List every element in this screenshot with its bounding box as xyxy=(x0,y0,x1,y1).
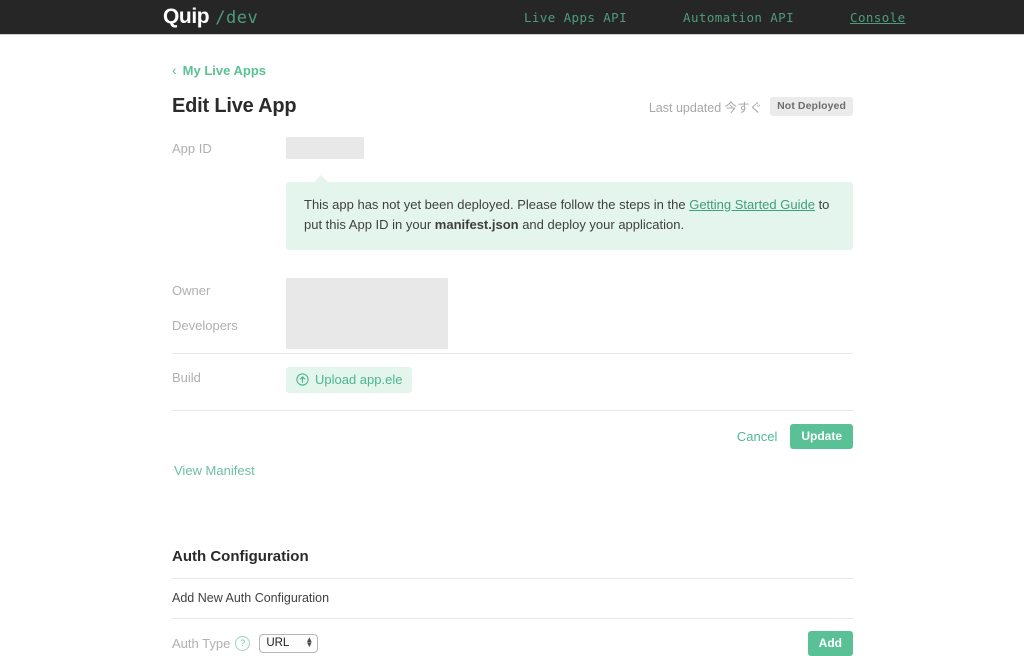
cancel-button[interactable]: Cancel xyxy=(735,425,779,448)
form-row-developers: Developers xyxy=(172,311,853,347)
upload-circle-arrow-icon xyxy=(296,373,309,386)
brand-name: Quip xyxy=(163,5,210,28)
auth-subsection-title: Add New Auth Configuration xyxy=(172,590,330,605)
add-auth-configuration-button[interactable]: Add xyxy=(807,630,853,656)
callout-text-before: This app has not yet been deployed. Plea… xyxy=(304,196,690,212)
callout-arrow-icon xyxy=(313,174,329,183)
content-column: ‹ My Live Apps Edit Live App Last update… xyxy=(172,35,853,656)
chevron-left-icon: ‹ xyxy=(172,61,177,78)
nav-link-console[interactable]: Console xyxy=(850,10,905,25)
top-navigation-bar: Quip /dev Live Apps API Automation API C… xyxy=(0,0,1024,35)
breadcrumb-label: My Live Apps xyxy=(182,63,266,78)
page-container: ‹ My Live Apps Edit Live App Last update… xyxy=(0,35,1024,656)
callout-manifest-term: manifest.json xyxy=(434,216,519,232)
build-label: Build xyxy=(172,370,201,386)
divider-after-build xyxy=(172,409,853,411)
callout-text-end: and deploy your application. xyxy=(518,216,685,232)
auth-type-row: Auth Type ? URL ▲ ▼ Add xyxy=(172,619,853,656)
last-updated-text: Last updated 今すぐ xyxy=(648,100,763,115)
deployment-callout: This app has not yet been deployed. Plea… xyxy=(286,174,853,250)
getting-started-guide-link[interactable]: Getting Started Guide xyxy=(689,197,815,212)
help-question-icon[interactable]: ? xyxy=(235,635,251,651)
auth-type-select[interactable]: URL ▲ ▼ xyxy=(259,633,319,653)
update-button[interactable]: Update xyxy=(790,423,853,449)
primary-nav: Live Apps API Automation API Console xyxy=(524,10,906,25)
owner-label: Owner xyxy=(172,282,211,298)
app-id-field xyxy=(286,132,853,159)
upload-app-ele-button[interactable]: Upload app.ele xyxy=(286,366,413,393)
brand-logo[interactable]: Quip /dev xyxy=(163,5,258,29)
owner-developers-group: Owner Developers xyxy=(172,276,853,349)
upload-button-label: Upload app.ele xyxy=(315,371,403,387)
form-row-build: Build Upload app.ele xyxy=(172,354,853,402)
form-row-owner: Owner xyxy=(172,276,853,311)
status-badge: Not Deployed xyxy=(770,96,853,116)
chevron-updown-icon: ▲ ▼ xyxy=(305,635,314,650)
nav-link-automation-api[interactable]: Automation API xyxy=(683,10,794,25)
page-title: Edit Live App xyxy=(172,94,297,117)
form-actions: Cancel Update xyxy=(172,423,853,449)
auth-type-label: Auth Type xyxy=(172,635,231,651)
app-id-placeholder xyxy=(286,136,364,159)
owner-developers-placeholder xyxy=(286,277,448,349)
build-field: Upload app.ele xyxy=(286,363,853,393)
status-line: Last updated 今すぐ Not Deployed xyxy=(648,96,853,118)
developers-label: Developers xyxy=(172,317,238,333)
nav-link-live-apps-api[interactable]: Live Apps API xyxy=(524,10,627,25)
auth-type-control-group: Auth Type ? URL ▲ ▼ xyxy=(172,633,319,653)
callout-body: This app has not yet been deployed. Plea… xyxy=(286,181,853,250)
view-manifest-link[interactable]: View Manifest xyxy=(174,463,255,478)
brand-suffix: /dev xyxy=(215,8,259,28)
page-title-row: Edit Live App Last updated 今すぐ Not Deplo… xyxy=(172,95,853,118)
auth-type-selected-value: URL xyxy=(266,637,290,650)
auth-section-title: Auth Configuration xyxy=(172,547,309,565)
view-manifest-wrap: View Manifest xyxy=(172,449,853,480)
breadcrumb-my-live-apps[interactable]: ‹ My Live Apps xyxy=(172,61,266,79)
owner-developers-placeholder-wrap xyxy=(286,276,448,349)
form-row-app-id: App ID xyxy=(172,132,853,170)
app-id-label: App ID xyxy=(172,140,212,156)
